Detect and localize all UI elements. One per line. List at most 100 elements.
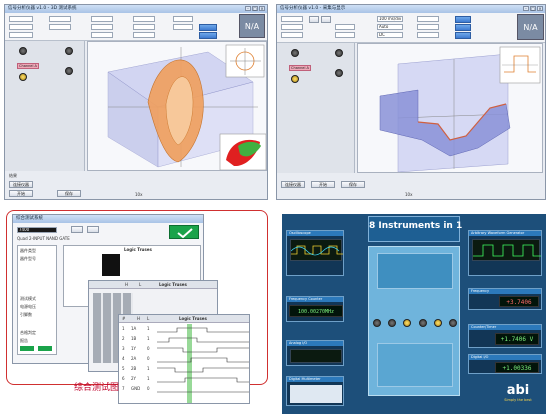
status-bar-green (38, 346, 52, 351)
instrument-panel: 8 Instruments in 1 Oscilloscope Frequenc… (282, 214, 546, 414)
setting-field[interactable] (173, 16, 193, 22)
setting-field[interactable] (281, 24, 303, 30)
setting-field[interactable] (9, 32, 33, 38)
channel-knob[interactable] (19, 73, 27, 81)
oscilloscope-panel[interactable]: Oscilloscope (286, 230, 344, 276)
channel-a-button[interactable]: Channel A (289, 65, 311, 71)
channel-knob[interactable] (65, 67, 73, 75)
minimize-icon[interactable]: - (523, 6, 529, 11)
minimize-icon[interactable]: - (245, 6, 251, 11)
bottom-button-3[interactable]: 保存 (57, 190, 81, 197)
test-window-timing: # H L Logic Truses 1 1A 1 2 1B 1 3 1Y 0 … (118, 314, 250, 404)
toolbar-button[interactable] (309, 16, 319, 23)
maximize-icon[interactable]: □ (252, 6, 258, 11)
window-waveform: 信号分析仪器 v1.0 - 采集与显示 - □ × 100 ms/div Auto … (276, 4, 546, 200)
setting-field[interactable] (335, 24, 355, 30)
channel-knob[interactable] (335, 49, 343, 57)
multimeter-panel[interactable]: Digital Multimeter (286, 376, 344, 406)
setting-field[interactable] (417, 24, 439, 30)
setting-field[interactable] (417, 16, 439, 22)
coupling-field[interactable]: DC (377, 32, 403, 38)
row-num: 6 (122, 376, 125, 381)
bnc-connector-icon[interactable] (373, 319, 381, 327)
setting-field[interactable] (91, 24, 113, 30)
bnc-connector-icon[interactable] (418, 319, 427, 327)
apply-button[interactable] (455, 24, 471, 31)
scope-trace (290, 245, 343, 256)
analog-io-panel[interactable]: Analog I/O (286, 340, 344, 366)
bnc-connector-icon[interactable] (403, 319, 412, 327)
connector-row (373, 319, 457, 333)
row-num: 2 (122, 336, 125, 341)
awg-screen (472, 239, 541, 261)
multimeter-note (290, 385, 342, 403)
frequency-panel[interactable]: Frequency +3.7406 (468, 288, 542, 310)
setting-field[interactable] (281, 16, 303, 22)
bottom-button-2[interactable]: 开始 (9, 190, 33, 197)
scale-label: 10x (135, 192, 143, 197)
setting-field[interactable] (281, 32, 303, 38)
device-field[interactable]: 7400 (17, 227, 57, 233)
bottom-button-3[interactable]: 保存 (341, 181, 365, 188)
maximize-icon[interactable]: □ (530, 6, 536, 11)
row-num: 3 (122, 346, 125, 351)
waveform-generator-panel[interactable]: Arbitrary Waveform Generator (468, 230, 542, 276)
toolbar-button[interactable] (71, 226, 83, 233)
list-item[interactable]: 报告 (20, 338, 28, 344)
setting-field[interactable] (133, 16, 155, 22)
apply-button[interactable] (455, 32, 471, 39)
setting-field[interactable] (335, 32, 355, 38)
apply-button[interactable] (455, 16, 471, 23)
toolbar-button[interactable] (87, 226, 99, 233)
list-item[interactable]: 合格判定 (20, 330, 36, 336)
setting-field[interactable] (49, 24, 71, 30)
setting-field[interactable] (417, 32, 439, 38)
board-lower (377, 343, 453, 387)
apply-button[interactable] (199, 24, 217, 31)
list-item[interactable]: 测试模式 (20, 296, 36, 302)
bnc-connector-icon[interactable] (448, 319, 457, 327)
bottom-button-1[interactable]: 连接仪器 (281, 181, 305, 188)
readout-1: +3.7406 (499, 296, 539, 307)
grid-col-header: H (125, 282, 129, 287)
bnc-connector-icon[interactable] (433, 319, 442, 327)
setting-field[interactable] (9, 16, 33, 22)
close-icon[interactable]: × (259, 6, 265, 11)
channel-a-button[interactable]: Channel A (17, 63, 39, 69)
frequency-counter-panel[interactable]: Frequency Counter 100.00270MHz (286, 296, 344, 322)
list-item[interactable]: 器件型号 (20, 256, 36, 262)
digital-io-panel[interactable]: Digital I/O +1.00336 (468, 354, 542, 374)
window-title: 综合测试系统 (16, 216, 43, 221)
apply-button[interactable] (199, 32, 217, 39)
close-icon[interactable]: × (537, 6, 543, 11)
col-header-l: L (147, 316, 150, 321)
bottom-button-1[interactable]: 连接仪器 (9, 181, 33, 188)
bottom-button-2[interactable]: 开始 (311, 181, 335, 188)
waveform-3d-plot[interactable] (357, 43, 543, 173)
settings-toolbar: N/A (5, 13, 267, 41)
setting-field[interactable] (9, 24, 33, 30)
setting-field[interactable] (49, 16, 71, 22)
panel-title: Frequency (469, 289, 541, 294)
toolbar-button[interactable] (321, 16, 331, 23)
list-item[interactable]: 器件类型 (20, 248, 36, 254)
setting-field[interactable] (173, 24, 193, 30)
timebase-field[interactable]: 100 ms/div (377, 16, 403, 22)
abi-logo: abi Simply the best (496, 384, 540, 410)
trigger-field[interactable]: Auto (377, 24, 403, 30)
list-item[interactable]: 电源电压 (20, 304, 36, 310)
setting-field[interactable] (133, 32, 155, 38)
window-3d-analysis: 信号分析仪器 v1.0 - 3D 测试系统 - □ × N/A Channel A (4, 4, 268, 200)
setting-field[interactable] (133, 24, 155, 30)
channel-knob[interactable] (291, 49, 299, 57)
channel-knob[interactable] (19, 47, 27, 55)
bnc-connector-icon[interactable] (388, 319, 397, 327)
counter-timer-panel[interactable]: Counter/Timer +1.7406 V (468, 324, 542, 348)
list-item[interactable]: 引脚数 (20, 312, 32, 318)
setting-field[interactable] (91, 32, 113, 38)
setting-field[interactable] (91, 16, 113, 22)
channel-knob[interactable] (65, 47, 73, 55)
channel-knob[interactable] (335, 69, 343, 77)
3d-surface-plot[interactable] (87, 41, 267, 171)
channel-knob[interactable] (291, 75, 299, 83)
